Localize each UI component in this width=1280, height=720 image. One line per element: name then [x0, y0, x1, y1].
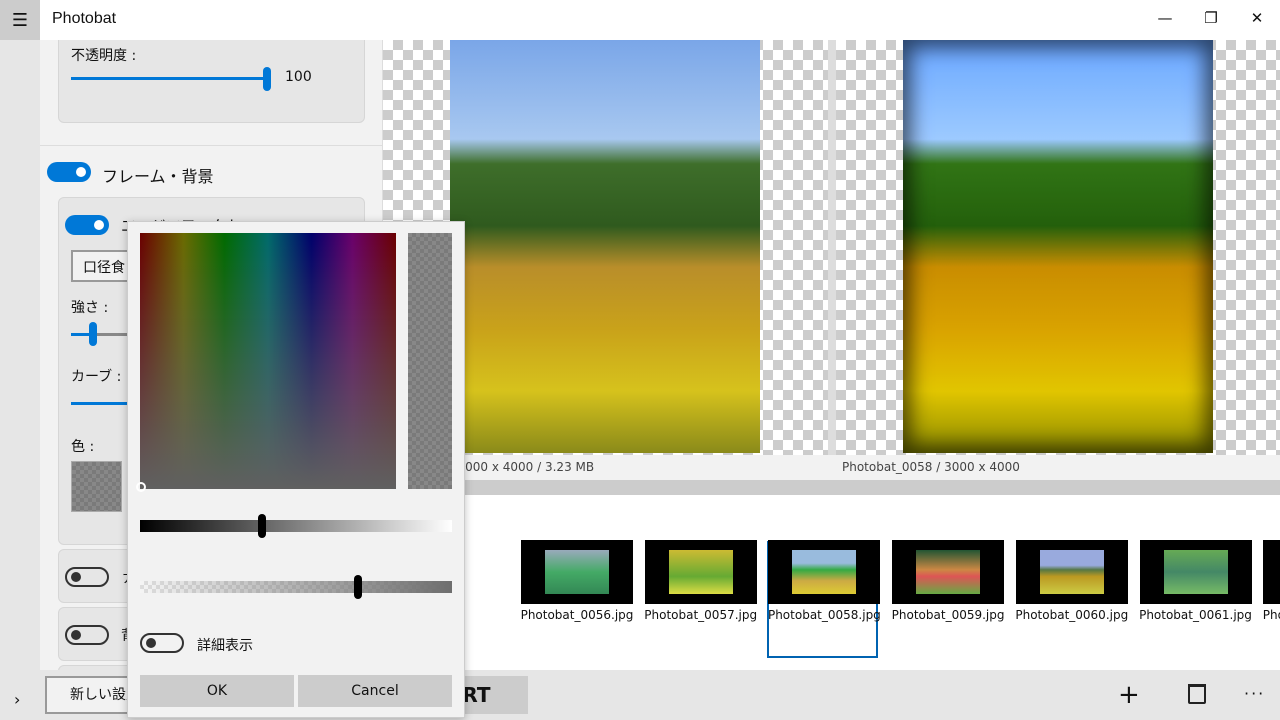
more-icon[interactable]: ···: [1244, 684, 1265, 703]
result-image: [903, 40, 1213, 453]
thumbnail[interactable]: [1139, 540, 1252, 604]
option-toggle-3[interactable]: [65, 567, 109, 587]
brightness-slider-track[interactable]: [140, 520, 452, 532]
color-swatch-button[interactable]: [71, 461, 122, 512]
thumbnail-label: Photobat_0057.jpg: [644, 608, 758, 622]
strength-slider-thumb[interactable]: [89, 322, 97, 346]
brightness-slider-thumb[interactable]: [257, 514, 266, 538]
alpha-slider-thumb[interactable]: [354, 575, 363, 599]
plus-icon[interactable]: +: [1118, 680, 1140, 710]
app-title: Photobat: [52, 10, 117, 27]
nav-strip: [0, 40, 40, 720]
opacity-slider-track[interactable]: [71, 77, 267, 80]
opacity-card: 不透明度 : 100: [58, 40, 365, 123]
thumbnail-image: [916, 550, 981, 594]
thumbnail[interactable]: [768, 540, 881, 604]
thumbnail-strip: Photobat_0056.jpg Photobat_0057.jpg Photob…: [383, 495, 1280, 670]
original-image: [450, 40, 760, 453]
strength-label: 強さ :: [71, 300, 109, 316]
result-caption: Photobat_0058 / 3000 x 4000: [842, 460, 1020, 474]
thumbnail-label: Photobat_0062.jpg: [1262, 608, 1280, 622]
detail-toggle[interactable]: [140, 633, 184, 653]
thumbnail-label: Photobat_0061.jpg: [1139, 608, 1252, 622]
ok-button[interactable]: OK: [140, 675, 294, 707]
option-toggle-4[interactable]: [65, 625, 109, 645]
trash-icon[interactable]: [1188, 684, 1206, 704]
thumbnail-image: [668, 550, 733, 594]
color-label: 色 :: [71, 439, 95, 455]
thumbnail-image: [1039, 550, 1104, 594]
thumbnail-label: Photobat_0059.jpg: [891, 608, 1005, 622]
thumbnail-image: [1163, 550, 1228, 594]
hamburger-icon: ☰: [11, 9, 29, 31]
title-bar: [0, 0, 1280, 40]
thumbnail[interactable]: [1263, 540, 1280, 604]
color-spectrum[interactable]: [140, 233, 396, 489]
caption-bar: Photobat_0058.jpg / 3000 x 4000 / 3.23 M…: [383, 455, 1280, 480]
frame-toggle-label: フレーム・背景: [102, 167, 214, 186]
color-picker-popup: 詳細表示 OK Cancel: [127, 221, 465, 718]
thumbnail[interactable]: [1015, 540, 1128, 604]
thumbnail[interactable]: [892, 540, 1005, 604]
thumbnail[interactable]: [644, 540, 757, 604]
minimize-button[interactable]: —: [1150, 6, 1180, 30]
close-icon: ✕: [1250, 9, 1264, 27]
thumbnail-image: [792, 550, 857, 594]
thumbnail-label: Photobat_0060.jpg: [1015, 608, 1129, 622]
preview-divider: [828, 40, 836, 455]
alpha-slider-track[interactable]: [140, 581, 452, 593]
cancel-button[interactable]: Cancel: [298, 675, 452, 707]
color-spectrum-cursor[interactable]: [136, 482, 146, 492]
color-preview: [408, 233, 452, 489]
restore-button[interactable]: ❐: [1196, 6, 1226, 30]
edge-toggle[interactable]: [65, 215, 109, 235]
edge-type-value: 口径食: [83, 260, 125, 276]
thumbnail-label: Photobat_0058.jpg: [767, 608, 881, 622]
frame-toggle[interactable]: [47, 162, 91, 182]
minimize-icon: —: [1157, 9, 1173, 27]
opacity-slider-thumb[interactable]: [263, 67, 271, 91]
close-button[interactable]: ✕: [1242, 6, 1272, 30]
expand-chevron-icon[interactable]: ›: [14, 690, 20, 709]
curve-label: カーブ :: [71, 369, 122, 385]
thumbnail-image: [545, 550, 609, 594]
thumbnail-label: Photobat_0056.jpg: [520, 608, 634, 622]
detail-toggle-label: 詳細表示: [197, 638, 253, 654]
thumbnail[interactable]: [521, 540, 633, 604]
opacity-label: 不透明度 :: [71, 48, 137, 64]
splitter-handle[interactable]: [383, 480, 1280, 495]
curve-slider-track[interactable]: [71, 402, 131, 405]
hamburger-menu-button[interactable]: ☰: [0, 0, 40, 40]
divider: [40, 145, 382, 146]
restore-icon: ❐: [1204, 9, 1218, 27]
opacity-value: 100: [285, 69, 312, 85]
